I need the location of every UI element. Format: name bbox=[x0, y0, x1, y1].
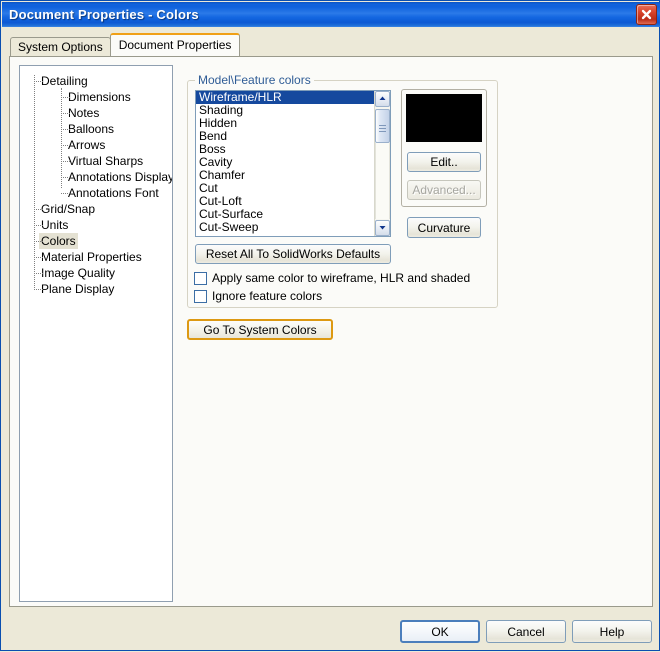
list-item[interactable]: Chamfer bbox=[196, 169, 390, 182]
title-bar: Document Properties - Colors bbox=[2, 2, 660, 27]
reset-defaults-button[interactable]: Reset All To SolidWorks Defaults bbox=[195, 244, 391, 264]
scrollbar-grip-line bbox=[379, 128, 386, 129]
tab-system-options[interactable]: System Options bbox=[10, 37, 111, 56]
checkbox-apply-same-color[interactable]: Apply same color to wireframe, HLR and s… bbox=[194, 271, 470, 285]
tree-item-arrows[interactable]: Arrows bbox=[20, 137, 172, 153]
tree-connector bbox=[34, 209, 43, 210]
tree-item-annotations-font[interactable]: Annotations Font bbox=[20, 185, 172, 201]
tree-item-units[interactable]: Units bbox=[20, 217, 172, 233]
tree-item-grid-snap[interactable]: Grid/Snap bbox=[20, 201, 172, 217]
tree-connector bbox=[61, 177, 70, 178]
tree-connector bbox=[61, 113, 70, 114]
scrollbar-grip-line bbox=[379, 125, 386, 126]
cancel-button[interactable]: Cancel bbox=[486, 620, 566, 643]
help-button[interactable]: Help bbox=[572, 620, 652, 643]
close-icon[interactable] bbox=[636, 4, 657, 25]
tree-connector bbox=[34, 257, 43, 258]
checkbox-ignore-feature-colors[interactable]: Ignore feature colors bbox=[194, 289, 322, 303]
listbox-scrollbar[interactable] bbox=[374, 91, 390, 236]
tree-item-plane-display[interactable]: Plane Display bbox=[20, 281, 172, 297]
group-legend-label: Model\Feature colors bbox=[195, 73, 314, 87]
tree-item-colors[interactable]: Colors bbox=[20, 233, 172, 249]
scrollbar-track[interactable] bbox=[375, 143, 390, 219]
tree-connector bbox=[61, 97, 70, 98]
tree-connector bbox=[34, 241, 43, 242]
chevron-down-icon[interactable] bbox=[375, 220, 390, 236]
tree-item-notes[interactable]: Notes bbox=[20, 105, 172, 121]
tree-item-detailing[interactable]: Detailing bbox=[20, 73, 172, 89]
checkbox-label: Ignore feature colors bbox=[212, 289, 323, 303]
tree-connector bbox=[61, 129, 70, 130]
tree-item-virtual-sharps[interactable]: Virtual Sharps bbox=[20, 153, 172, 169]
window-title: Document Properties - Colors bbox=[9, 7, 199, 22]
tree-connector bbox=[61, 161, 70, 162]
tab-document-properties[interactable]: Document Properties bbox=[109, 33, 241, 56]
scrollbar-thumb[interactable] bbox=[375, 109, 390, 143]
checkbox-box[interactable] bbox=[194, 271, 207, 285]
tab-strip: System Options Document Properties bbox=[10, 33, 241, 56]
tree-item-annotations-display[interactable]: Annotations Display bbox=[20, 169, 172, 185]
list-item[interactable]: Cut-Sweep bbox=[196, 221, 390, 234]
tree-connector bbox=[34, 273, 43, 274]
current-color-swatch[interactable] bbox=[405, 93, 483, 143]
feature-colors-listbox[interactable]: Wireframe/HLR Shading Hidden Bend Boss C… bbox=[195, 90, 391, 237]
ok-button[interactable]: OK bbox=[400, 620, 480, 643]
tree-item-image-quality[interactable]: Image Quality bbox=[20, 265, 172, 281]
curvature-button[interactable]: Curvature bbox=[407, 217, 481, 238]
tree-item-balloons[interactable]: Balloons bbox=[20, 121, 172, 137]
scrollbar-grip-line bbox=[379, 131, 386, 132]
chevron-up-icon[interactable] bbox=[375, 91, 390, 107]
go-to-system-colors-button[interactable]: Go To System Colors bbox=[187, 319, 333, 340]
dialog-footer: OK Cancel Help bbox=[1, 615, 660, 652]
tree-connector bbox=[61, 193, 70, 194]
advanced-color-button: Advanced... bbox=[407, 180, 481, 200]
checkbox-label: Apply same color to wireframe, HLR and s… bbox=[212, 271, 471, 285]
dialog-window: Document Properties - Colors System Opti… bbox=[0, 0, 660, 651]
edit-color-button[interactable]: Edit.. bbox=[407, 152, 481, 172]
tree-connector bbox=[34, 289, 43, 290]
settings-tree[interactable]: Detailing Dimensions Notes Balloons Arro… bbox=[19, 65, 173, 602]
tree-item-dimensions[interactable]: Dimensions bbox=[20, 89, 172, 105]
tree-connector bbox=[34, 81, 43, 82]
tree-connector bbox=[34, 225, 43, 226]
checkbox-box[interactable] bbox=[194, 289, 207, 303]
tree-connector bbox=[61, 145, 70, 146]
tree-item-material-properties[interactable]: Material Properties bbox=[20, 249, 172, 265]
